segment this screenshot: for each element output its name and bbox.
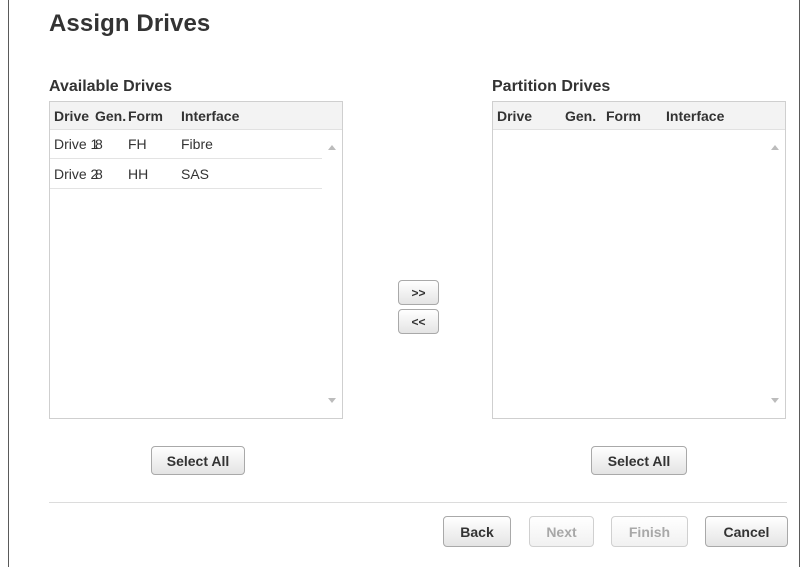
next-button[interactable]: Next (529, 516, 594, 547)
partition-list-body (493, 130, 765, 418)
partition-drives-list: Drive Gen. Form Interface (492, 101, 786, 419)
add-to-partition-button[interactable]: >> (398, 280, 439, 305)
chevron-up-icon[interactable] (328, 145, 336, 150)
form-cell: FH (128, 136, 147, 152)
available-list-header: Drive Gen. Form Interface (50, 102, 342, 130)
column-header-interface: Interface (181, 108, 240, 124)
cancel-button[interactable]: Cancel (705, 516, 788, 547)
column-header-form: Form (128, 108, 163, 124)
available-list-scrollbar[interactable] (322, 130, 342, 418)
page-title: Assign Drives (49, 10, 211, 37)
available-list-body: Drive 1 8 FH Fibre Drive 2 8 HH SAS (50, 130, 322, 418)
chevron-down-icon[interactable] (771, 398, 779, 403)
footer-divider (49, 502, 787, 503)
column-header-form: Form (606, 108, 641, 124)
finish-button[interactable]: Finish (611, 516, 688, 547)
header-corner (322, 102, 342, 130)
select-all-available-button[interactable]: Select All (151, 446, 245, 475)
gen-cell: 8 (95, 136, 103, 152)
partition-drives-label: Partition Drives (492, 78, 611, 95)
partition-list-scrollbar[interactable] (765, 130, 785, 418)
assign-drives-page: Assign Drives Available Drives Partition… (8, 0, 800, 567)
interface-cell: Fibre (181, 136, 213, 152)
remove-from-partition-button[interactable]: << (398, 309, 439, 334)
table-row[interactable]: Drive 2 8 HH SAS (50, 160, 322, 189)
interface-cell: SAS (181, 166, 210, 182)
table-row[interactable]: Drive 1 8 FH Fibre (50, 130, 322, 159)
header-corner (765, 102, 785, 130)
form-cell: HH (128, 166, 149, 182)
back-button[interactable]: Back (443, 516, 511, 547)
select-all-partition-button[interactable]: Select All (591, 446, 687, 475)
column-header-gen: Gen. (565, 108, 597, 124)
column-header-interface: Interface (666, 108, 725, 124)
available-drives-label: Available Drives (49, 78, 173, 95)
drive-cell: Drive 1 (54, 136, 99, 152)
partition-list-header: Drive Gen. Form Interface (493, 102, 785, 130)
column-header-gen: Gen. (95, 108, 127, 124)
available-drives-list: Drive Gen. Form Interface Drive 1 8 FH F… (49, 101, 343, 419)
chevron-up-icon[interactable] (771, 145, 779, 150)
column-header-drive: Drive (54, 108, 90, 124)
drive-cell: Drive 2 (54, 166, 99, 182)
gen-cell: 8 (95, 166, 103, 182)
chevron-down-icon[interactable] (328, 398, 336, 403)
column-header-drive: Drive (497, 108, 533, 124)
